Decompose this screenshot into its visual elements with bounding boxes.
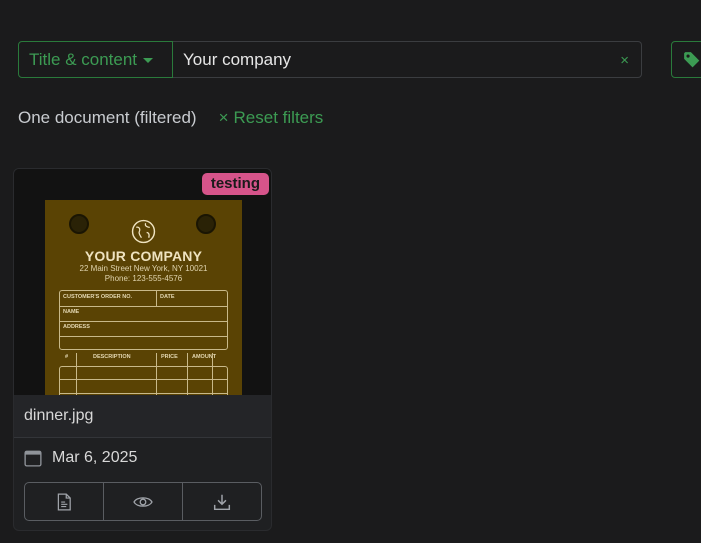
- document-card[interactable]: YOUR COMPANY 22 Main Street New York, NY…: [13, 168, 272, 531]
- eye-icon: [133, 496, 153, 507]
- tag-badge[interactable]: testing: [201, 173, 269, 195]
- document-thumbnail[interactable]: YOUR COMPANY 22 Main Street New York, NY…: [14, 169, 271, 395]
- order-form: CUSTOMER'S ORDER NO. DATE NAME ADDRESS: [59, 290, 228, 350]
- company-phone: Phone: 123-555-4576: [104, 274, 183, 283]
- col-price-label: PRICE: [161, 354, 178, 360]
- results-status: One document (filtered) × Reset filters: [18, 108, 323, 128]
- document-icon: [57, 493, 71, 510]
- items-table: # DESCRIPTION PRICE AMOUNT: [59, 352, 228, 395]
- download-button[interactable]: [183, 483, 261, 520]
- address-label: ADDRESS: [63, 324, 90, 330]
- company-name: YOUR COMPANY: [84, 248, 203, 264]
- document-title[interactable]: dinner.jpg: [24, 407, 93, 425]
- field-select-label: Title & content: [29, 49, 138, 69]
- name-label: NAME: [63, 309, 80, 315]
- search-input[interactable]: [173, 42, 641, 77]
- col-description-label: DESCRIPTION: [93, 354, 131, 360]
- tag-icon: [684, 51, 700, 67]
- download-icon: [213, 494, 231, 510]
- tags-filter-button[interactable]: [671, 41, 701, 78]
- details-button[interactable]: [25, 483, 104, 520]
- search-box: ×: [173, 41, 642, 78]
- company-address: 22 Main Street New York, NY 10021: [79, 264, 208, 273]
- chevron-down-icon: [143, 58, 154, 63]
- punch-hole: [69, 214, 89, 234]
- calendar-icon: [24, 450, 42, 467]
- punch-hole: [196, 214, 216, 234]
- reset-filters-label: Reset filters: [233, 108, 324, 127]
- document-date-text: Mar 6, 2025: [52, 449, 138, 466]
- order-no-label: CUSTOMER'S ORDER NO.: [63, 294, 133, 300]
- reset-filters-link[interactable]: × Reset filters: [219, 108, 324, 128]
- globe-icon: [131, 219, 156, 244]
- document-date: Mar 6, 2025: [24, 449, 137, 467]
- receipt-image: YOUR COMPANY 22 Main Street New York, NY…: [45, 200, 242, 395]
- filter-bar: Title & content ×: [18, 41, 642, 78]
- document-actions: [24, 482, 262, 521]
- preview-button[interactable]: [104, 483, 183, 520]
- close-icon: ×: [218, 108, 229, 127]
- col-num-label: #: [65, 354, 69, 360]
- date-label: DATE: [160, 294, 175, 300]
- clear-search-icon[interactable]: ×: [620, 52, 629, 69]
- document-count: One document (filtered): [18, 108, 197, 127]
- card-title-row: dinner.jpg: [14, 395, 271, 438]
- search-field-select[interactable]: Title & content: [18, 41, 173, 78]
